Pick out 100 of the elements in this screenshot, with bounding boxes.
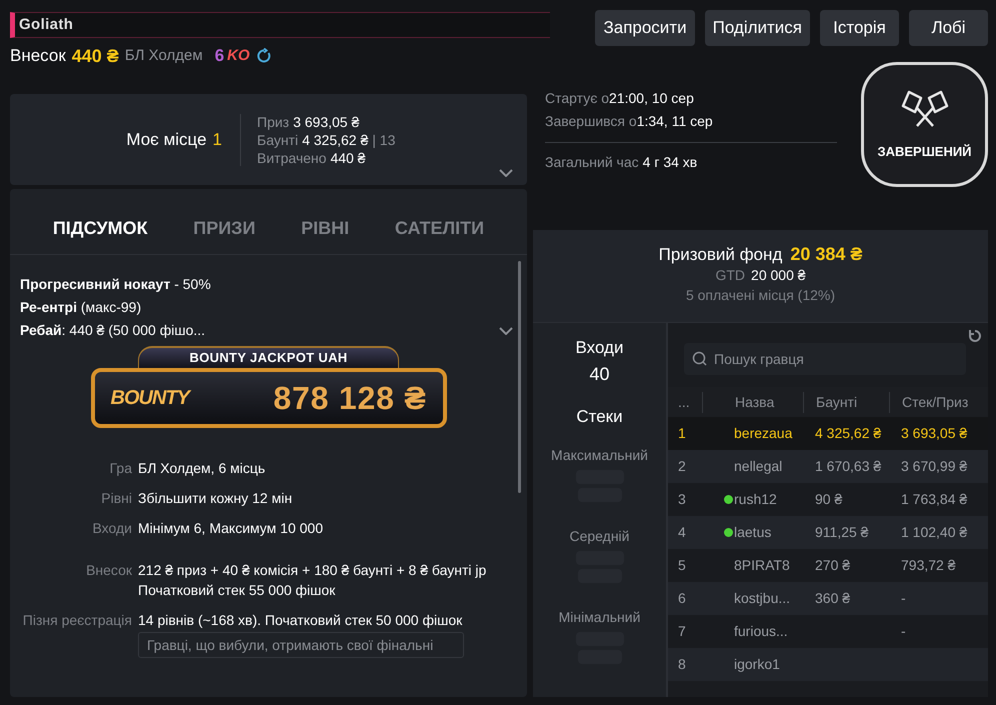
table-cell-text: 911,25 ₴	[815, 523, 868, 542]
table-cell-text: 1 102,40 ₴	[901, 523, 968, 542]
table-cell-text: 7	[677, 622, 687, 641]
bounty-logo: BOUNTY	[110, 386, 189, 411]
stack-label: Максимальний	[551, 446, 648, 465]
schedule-value: 21:00, 10 сер	[609, 89, 694, 108]
table-cell-text: 5	[677, 556, 687, 575]
knockout-label: KO	[227, 46, 250, 66]
table-cell-text: 3 670,99 ₴	[901, 457, 968, 476]
my-place-label: Моє місце	[126, 128, 207, 151]
detail-label: Входи	[92, 519, 132, 538]
detail-value: 14 рівнів (~168 хв). Початковий стек 50 000 фішок	[138, 611, 464, 630]
scrollbar[interactable]	[518, 261, 521, 493]
jackpot-amount: 878 128 ₴	[273, 379, 426, 418]
total-time-label: Загальний час	[545, 153, 639, 172]
search-input[interactable]: Пошук гравця	[714, 348, 954, 370]
table-cell-text: 3	[677, 490, 687, 509]
player-row[interactable]: 8 igorko1	[668, 648, 988, 681]
re-entry-icon	[256, 48, 272, 64]
jackpot-title: BOUNTY JACKPOT UAH	[189, 349, 348, 368]
stat-label: Приз	[257, 112, 290, 130]
table-cell-text: 6	[677, 589, 687, 608]
prize-pool-amount: 20 384 ₴	[790, 244, 862, 264]
table-cell-text: -	[901, 589, 906, 608]
table-cell-text: 8	[677, 655, 687, 674]
tab[interactable]: САТЕЛІТИ	[394, 215, 484, 242]
detail-label: Пізня реєстрація	[22, 611, 132, 630]
table-cell-text: 90 ₴	[815, 490, 842, 509]
column-header[interactable]: Баунті	[803, 392, 889, 412]
tab[interactable]: ПІДСУМОК	[52, 215, 148, 242]
search-field[interactable]: Пошук гравця	[684, 343, 966, 375]
column-header[interactable]: Стек/Приз	[889, 392, 985, 412]
table-cell-text: 4	[677, 523, 687, 542]
action-button[interactable]: Лобі	[909, 10, 988, 46]
column-header[interactable]: ...	[668, 392, 702, 412]
entries-value: 40	[589, 362, 610, 386]
table-cell-text: -	[901, 622, 906, 641]
detail-label: Внесок	[85, 561, 132, 580]
detail-value: 212 ₴ приз + 40 ₴ комісія + 180 ₴ баунті + 8 ₴ баунті jp	[138, 561, 488, 580]
stat-label: Баунті	[257, 130, 298, 148]
table-cell-text: 4 325,62 ₴	[815, 424, 882, 443]
refresh-icon[interactable]	[968, 329, 982, 343]
buy-in-amount: 440 ₴	[72, 44, 119, 68]
gtd-amount: 20 000 ₴	[751, 266, 806, 285]
game-type: БЛ Холдем	[124, 46, 203, 66]
my-place-value: 1	[212, 128, 222, 151]
stack-label: Мінімальний	[558, 608, 640, 627]
detail-value: Збільшити кожну 12 мін	[138, 489, 294, 508]
player-row[interactable]: 1 berezaua 4 325,62 ₴ 3 693,05 ₴	[668, 417, 988, 450]
feature-text: Прогресивний нокаут - 50%	[20, 275, 211, 294]
table-cell-text: 270 ₴	[815, 556, 850, 575]
tab[interactable]: ПРИЗИ	[193, 215, 256, 242]
prize-pool-label: Призовий фонд	[658, 245, 782, 265]
buy-in-label: Внесок	[10, 45, 66, 68]
action-button[interactable]: Поділитися	[704, 10, 810, 46]
detail-label: Рівні	[100, 489, 132, 508]
stacks-title: Стеки	[576, 406, 623, 428]
detail-value: Початковий стек 55 000 фішок	[138, 581, 336, 600]
table-cell-text: berezaua	[734, 424, 792, 443]
action-button[interactable]: Запросити	[595, 10, 695, 46]
tournament-title: Goliath	[19, 14, 74, 35]
stat-value: 440 ₴	[330, 148, 366, 166]
gtd-label: GTD	[715, 266, 746, 285]
player-row[interactable]: 4 laetus 911,25 ₴ 1 102,40 ₴	[668, 516, 988, 549]
table-cell-text: 1 670,63 ₴	[815, 457, 882, 476]
stack-label: Середній	[570, 527, 630, 546]
schedule-label: Завершився о	[545, 112, 637, 131]
column-header[interactable]: Назва	[702, 392, 803, 412]
tab[interactable]: РІВНІ	[301, 215, 350, 242]
feature-text: Ребай: 440 ₴ (50 000 фішо...	[20, 321, 206, 340]
stat-value: 4 325,62 ₴	[302, 130, 368, 148]
action-button[interactable]: Історія	[820, 10, 899, 46]
note-text: Гравці, що вибули, отримають свої фінальні	[147, 637, 434, 653]
table-cell-text: 793,72 ₴	[901, 556, 956, 575]
schedule-value: 1:34, 11 сер	[636, 112, 713, 131]
feature-text: Ре-ентрі (макс-99)	[20, 298, 142, 317]
player-row[interactable]: 2 nellegal 1 670,63 ₴ 3 670,99 ₴	[668, 450, 988, 483]
detail-label: Гра	[108, 459, 132, 478]
table-cell-text: furious...	[734, 622, 788, 641]
table-cell-text: 2	[677, 457, 687, 476]
table-cell-text: laetus	[734, 523, 772, 542]
detail-value: Мінімум 6, Максимум 10 000	[138, 519, 324, 538]
table-cell-text: rush12	[734, 490, 777, 509]
total-time-value: 4 г 34 хв	[642, 153, 698, 172]
detail-value: БЛ Холдем, 6 місць	[138, 459, 266, 478]
table-cell-text: 360 ₴	[815, 589, 850, 608]
schedule-label: Стартує о	[545, 89, 610, 108]
chevron-down-icon[interactable]	[499, 169, 513, 177]
search-icon	[692, 351, 708, 367]
chevron-down-icon[interactable]	[499, 327, 513, 335]
player-row[interactable]: 6 kostjbu... 360 ₴ -	[668, 582, 988, 615]
stat-value: 3 693,05 ₴	[293, 112, 360, 130]
entries-label: Входи	[576, 337, 624, 359]
table-cell-text: 1 763,84 ₴	[901, 490, 968, 509]
status-text: ЗАВЕРШЕНИЙ	[877, 142, 972, 161]
table-cell-text: 1	[677, 424, 687, 443]
table-cell-text: nellegal	[734, 457, 782, 476]
table-cell-text: kostjbu...	[734, 589, 790, 608]
table-cell-text: igorko1	[734, 655, 780, 674]
table-cell-text: 8PIRAT8	[734, 556, 790, 575]
